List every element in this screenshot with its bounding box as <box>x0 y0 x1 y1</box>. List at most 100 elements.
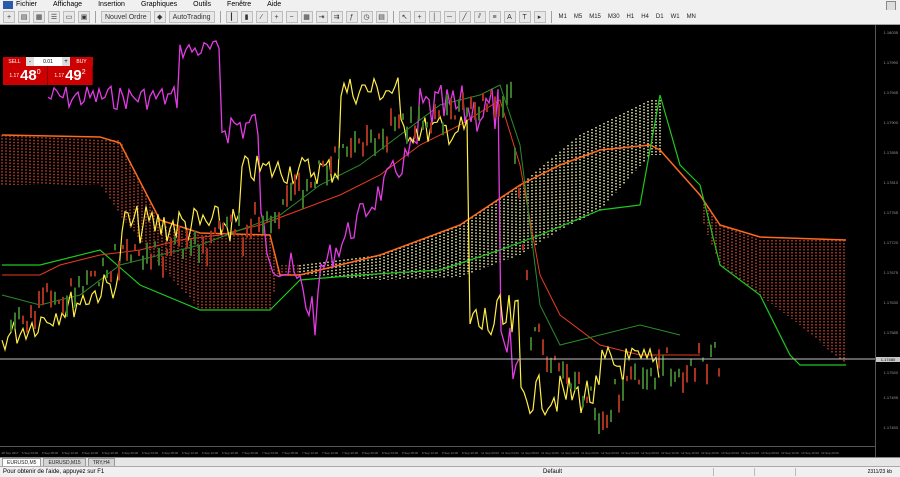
candle <box>274 211 276 224</box>
menu-outils[interactable]: Outils <box>193 0 211 10</box>
period-h4[interactable]: H4 <box>639 12 651 22</box>
market-watch-icon[interactable]: ▦ <box>33 11 45 23</box>
fibonacci-icon[interactable]: ≡ <box>488 11 501 23</box>
menu-aide[interactable]: Aide <box>267 0 281 10</box>
candle <box>94 270 96 277</box>
candle <box>686 365 688 383</box>
arrow-shapes-icon[interactable]: ▸ <box>533 11 546 23</box>
time-tick: 7 Sep 08:00 <box>281 451 299 455</box>
candlestick-icon[interactable]: ▮ <box>240 11 253 23</box>
candle <box>202 237 204 254</box>
cursor-icon[interactable]: ↖ <box>398 11 411 23</box>
terminal-icon[interactable]: ▭ <box>63 11 75 23</box>
candle <box>550 357 552 374</box>
time-tick: 8 Sep 04:00 <box>381 451 399 455</box>
sell-price-prefix: 1.17 <box>9 72 20 79</box>
menu-bar: Fichier Affichage Insertion Graphiques O… <box>0 0 900 11</box>
time-tick: 5 Sep 12:00 <box>61 451 79 455</box>
time-tick: 13 Sep 12:00 <box>781 451 799 455</box>
period-m15[interactable]: M15 <box>587 12 603 22</box>
candle <box>594 407 596 421</box>
text-icon[interactable]: A <box>503 11 516 23</box>
candle <box>670 368 672 387</box>
buy-label[interactable]: BUY <box>70 57 93 66</box>
candle <box>142 255 144 270</box>
toolbar-divider <box>392 11 394 23</box>
time-tick: 7 Sep 16:00 <box>321 451 339 455</box>
candle <box>698 342 700 354</box>
candle <box>282 199 284 205</box>
candle <box>626 375 628 382</box>
autotrading-button[interactable]: AutoTrading <box>168 11 215 23</box>
time-tick: 12 Sep 16:00 <box>681 451 699 455</box>
label-icon[interactable]: T <box>518 11 531 23</box>
bar-chart-icon[interactable]: ┃ <box>225 11 238 23</box>
period-mn[interactable]: MN <box>685 12 698 22</box>
lot-increase-button[interactable]: + <box>62 57 70 66</box>
chart-shift-icon[interactable]: ⇥ <box>315 11 328 23</box>
tester-icon[interactable]: ▣ <box>78 11 90 23</box>
new-order-button[interactable]: Nouvel Ordre <box>101 11 151 23</box>
period-d1[interactable]: D1 <box>654 12 666 22</box>
senkou-span-b-line <box>2 94 846 366</box>
candle <box>46 283 48 293</box>
sell-price-sup: 0 <box>36 69 41 76</box>
price-tick: 1.17495 <box>883 395 898 400</box>
editor-icon[interactable]: ◆ <box>153 11 166 23</box>
templates-icon[interactable]: ▤ <box>375 11 388 23</box>
lot-decrease-button[interactable]: - <box>26 57 34 66</box>
candle <box>10 319 12 332</box>
menu-affichage[interactable]: Affichage <box>53 0 82 10</box>
profiles-icon[interactable]: ▤ <box>18 11 30 23</box>
candle <box>262 215 264 234</box>
connection-status: 2311/23 kb <box>867 469 892 475</box>
candle <box>222 222 224 230</box>
candle <box>334 146 336 153</box>
candle <box>654 377 656 390</box>
period-m5[interactable]: M5 <box>572 12 584 22</box>
channel-icon[interactable]: ⫽ <box>473 11 486 23</box>
period-w1[interactable]: W1 <box>669 12 682 22</box>
period-m30[interactable]: M30 <box>606 12 622 22</box>
price-axis[interactable]: 1.18035 1.17990 1.17945 1.17900 1.17855 … <box>875 25 900 457</box>
new-chart-icon[interactable]: + <box>3 11 15 23</box>
candle <box>450 97 452 120</box>
line-chart-icon[interactable]: ⁄ <box>255 11 268 23</box>
candle <box>682 372 684 393</box>
horizontal-line-icon[interactable]: ─ <box>443 11 456 23</box>
sell-button[interactable]: 1.17 48 0 <box>3 66 48 85</box>
navigator-icon[interactable]: ☰ <box>48 11 60 23</box>
vertical-line-icon[interactable]: │ <box>428 11 441 23</box>
period-m1[interactable]: M1 <box>557 12 569 22</box>
zoom-in-icon[interactable]: + <box>270 11 283 23</box>
time-tick: 5 Sep 04:00 <box>21 451 39 455</box>
candle <box>206 248 208 267</box>
sell-label[interactable]: SELL <box>3 57 26 66</box>
trendline-icon[interactable]: ╱ <box>458 11 471 23</box>
zoom-out-icon[interactable]: − <box>285 11 298 23</box>
candle <box>554 355 556 361</box>
chart-canvas[interactable] <box>0 25 876 447</box>
candle <box>166 248 168 256</box>
candle <box>434 104 436 120</box>
time-axis[interactable]: 28 Sep 2017 5 Sep 04:00 5 Sep 08:00 5 Sep 1… <box>0 446 876 457</box>
candle <box>82 286 84 294</box>
chart-window[interactable]: SELL - 0.01 + BUY 1.17 48 0 1.17 49 2 1.… <box>0 25 900 457</box>
menu-graphiques[interactable]: Graphiques <box>141 0 177 10</box>
indicators-icon[interactable]: ƒ <box>345 11 358 23</box>
autoscroll-icon[interactable]: ⇉ <box>330 11 343 23</box>
candle <box>86 270 88 285</box>
periods-icon[interactable]: ◷ <box>360 11 373 23</box>
menu-insertion[interactable]: Insertion <box>98 0 125 10</box>
tile-windows-icon[interactable]: ▦ <box>300 11 313 23</box>
buy-button[interactable]: 1.17 49 2 <box>48 66 93 85</box>
candle <box>470 96 472 110</box>
menu-fichier[interactable]: Fichier <box>16 0 37 10</box>
candle <box>358 138 360 144</box>
crosshair-icon[interactable]: + <box>413 11 426 23</box>
lot-size-input[interactable]: 0.01 <box>34 57 62 66</box>
candle <box>146 242 148 264</box>
candle <box>342 143 344 149</box>
menu-fenetre[interactable]: Fenêtre <box>227 0 251 10</box>
period-h1[interactable]: H1 <box>625 12 637 22</box>
